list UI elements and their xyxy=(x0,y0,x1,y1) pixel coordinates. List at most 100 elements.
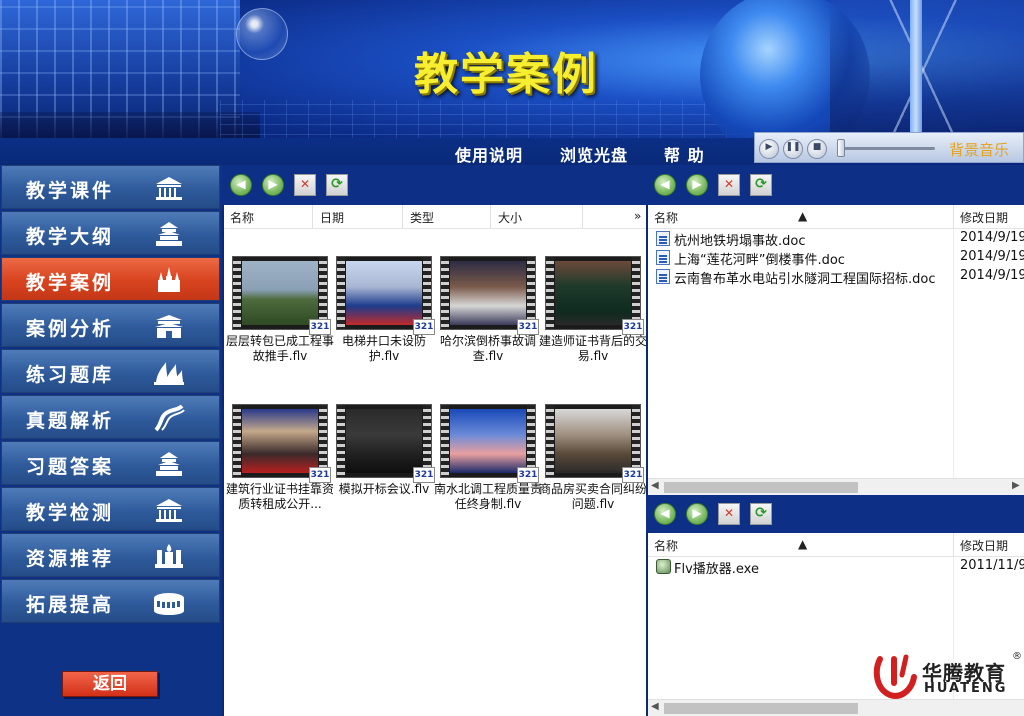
sidebar-item-label: 习题答案 xyxy=(26,456,115,478)
sidebar-item-7[interactable]: 习题答案 xyxy=(1,441,220,485)
col-size[interactable]: 大小 xyxy=(498,209,522,226)
volume-slider-thumb[interactable] xyxy=(837,139,845,157)
left-toolbar: ◀ ▶ ✕ ⟳ xyxy=(222,165,646,205)
back-button[interactable]: 返回 xyxy=(62,671,158,697)
sidebar-item-label: 案例分析 xyxy=(26,318,115,340)
kmplayer-badge-icon: 321 xyxy=(413,319,435,335)
file-name: 云南鲁布革水电站引水隧洞工程国际招标.doc xyxy=(674,272,936,287)
video-filename[interactable]: 建筑行业证书挂靠资质转租成公开... xyxy=(226,482,334,512)
sidebar-item-1[interactable]: 教学课件 xyxy=(1,165,220,209)
arrow-right-icon: ▶ xyxy=(692,177,702,191)
video-thumbnail[interactable]: 321 xyxy=(440,404,539,483)
logo-text-en: HUATENG xyxy=(924,681,1008,696)
file-row[interactable]: 杭州地铁坍塌事故.doc 2014/9/19 xyxy=(656,230,1024,249)
arrow-left-icon: ◀ xyxy=(660,506,670,520)
word-document-icon xyxy=(656,231,670,246)
stop-icon: ■ xyxy=(812,142,822,152)
video-thumbnail[interactable]: 321 xyxy=(545,404,644,483)
sidebar-item-label: 教学课件 xyxy=(26,180,115,202)
back-nav-button[interactable]: ◀ xyxy=(654,503,676,525)
file-row[interactable]: Flv播放器.exe 2011/11/9 xyxy=(656,558,1024,577)
back-nav-button[interactable]: ◀ xyxy=(230,174,252,196)
refresh-button[interactable]: ⟳ xyxy=(750,503,772,525)
sidebar-item-label: 资源推荐 xyxy=(26,548,115,570)
opera-house-icon xyxy=(152,358,186,386)
col-type[interactable]: 类型 xyxy=(410,209,434,226)
sidebar-item-3[interactable]: 教学案例 xyxy=(1,257,220,301)
video-filename[interactable]: 商品房买卖合同纠纷问题.flv xyxy=(539,482,646,512)
file-date: 2014/9/19 xyxy=(960,268,1024,283)
video-filename[interactable]: 电梯井口未设防护.flv xyxy=(330,334,438,364)
bubble-decoration xyxy=(236,8,288,60)
volume-slider-track[interactable] xyxy=(839,147,935,150)
video-filename[interactable]: 哈尔滨倒桥事故调查.flv xyxy=(434,334,542,364)
music-player: ▶ ❚❚ ■ 背景音乐 xyxy=(754,132,1024,163)
col-name[interactable]: 名称 xyxy=(230,209,254,226)
palace-icon xyxy=(152,542,186,570)
col-date[interactable]: 日期 xyxy=(320,209,344,226)
file-date: 2014/9/19 xyxy=(960,249,1024,264)
pause-button[interactable]: ❚❚ xyxy=(783,139,803,159)
video-thumbnail[interactable]: 321 xyxy=(232,256,331,335)
menu-help[interactable]: 帮 助 xyxy=(664,142,705,166)
sidebar-item-label: 教学检测 xyxy=(26,502,115,524)
menu-browse-disc[interactable]: 浏览光盘 xyxy=(560,142,628,166)
sidebar-item-6[interactable]: 真题解析 xyxy=(1,395,220,439)
col-name[interactable]: 名称 xyxy=(654,537,678,554)
sidebar-item-10[interactable]: 拓展提高 xyxy=(1,579,220,623)
columns-building-icon xyxy=(152,496,186,524)
stop-nav-button[interactable]: ✕ xyxy=(718,174,740,196)
sidebar-item-label: 教学大纲 xyxy=(26,226,115,248)
kmplayer-badge-icon: 321 xyxy=(517,319,539,335)
program-pane: ▲ 名称 修改日期 Flv播放器.exe 2011/11/9 华腾教育 ® HUA… xyxy=(648,533,1024,716)
back-nav-button[interactable]: ◀ xyxy=(654,174,676,196)
menu-usage-guide[interactable]: 使用说明 xyxy=(455,142,523,166)
word-document-icon xyxy=(656,250,670,265)
sidebar-item-5[interactable]: 练习题库 xyxy=(1,349,220,393)
right-bottom-toolbar: ◀ ▶ ✕ ⟳ xyxy=(646,495,1024,533)
stop-button[interactable]: ■ xyxy=(807,139,827,159)
video-thumbnail[interactable]: 321 xyxy=(232,404,331,483)
sort-up-icon: ▲ xyxy=(798,209,808,223)
column-header: ▲ 名称 修改日期 xyxy=(648,533,1024,557)
temple-icon xyxy=(152,220,186,248)
col-modified[interactable]: 修改日期 xyxy=(960,537,1008,554)
file-row[interactable]: 上海“莲花河畔”倒楼事件.doc 2014/9/19 xyxy=(656,249,1024,268)
col-name[interactable]: 名称 xyxy=(654,209,678,226)
sidebar-item-8[interactable]: 教学检测 xyxy=(1,487,220,531)
sidebar-item-9[interactable]: 资源推荐 xyxy=(1,533,220,577)
video-filename[interactable]: 南水北调工程质量责任终身制.flv xyxy=(434,482,542,512)
play-button[interactable]: ▶ xyxy=(759,139,779,159)
video-thumbnail[interactable]: 321 xyxy=(440,256,539,335)
video-filename[interactable]: 层层转包已成工程事故推手.flv xyxy=(226,334,334,364)
kmplayer-badge-icon: 321 xyxy=(309,467,331,483)
scroll-left-icon: ◀ xyxy=(651,701,659,712)
sidebar-item-2[interactable]: 教学大纲 xyxy=(1,211,220,255)
stop-nav-button[interactable]: ✕ xyxy=(718,503,740,525)
more-columns[interactable]: » xyxy=(634,209,641,223)
forward-nav-button[interactable]: ▶ xyxy=(262,174,284,196)
file-row[interactable]: 云南鲁布革水电站引水隧洞工程国际招标.doc 2014/9/19 xyxy=(656,268,1024,287)
col-modified[interactable]: 修改日期 xyxy=(960,209,1008,226)
forward-nav-button[interactable]: ▶ xyxy=(686,503,708,525)
file-name: 上海“莲花河畔”倒楼事件.doc xyxy=(674,253,845,268)
horizontal-scrollbar[interactable]: ◀ ▶ xyxy=(648,478,1024,495)
video-filename[interactable]: 模拟开标会议.flv xyxy=(330,482,438,497)
refresh-icon: ⟳ xyxy=(755,176,767,192)
refresh-icon: ⟳ xyxy=(331,176,343,192)
stop-nav-button[interactable]: ✕ xyxy=(294,174,316,196)
refresh-button[interactable]: ⟳ xyxy=(750,174,772,196)
forward-nav-button[interactable]: ▶ xyxy=(686,174,708,196)
close-icon: ✕ xyxy=(299,177,311,191)
arrow-left-icon: ◀ xyxy=(660,177,670,191)
horizontal-scrollbar[interactable]: ◀ xyxy=(648,699,1024,716)
sidebar-item-4[interactable]: 案例分析 xyxy=(1,303,220,347)
video-thumbnail[interactable]: 321 xyxy=(336,256,435,335)
sidebar-item-label: 真题解析 xyxy=(26,410,115,432)
colosseum-icon xyxy=(152,588,186,616)
refresh-button[interactable]: ⟳ xyxy=(326,174,348,196)
close-icon: ✕ xyxy=(723,177,735,191)
video-thumbnail[interactable]: 321 xyxy=(336,404,435,483)
video-filename[interactable]: 建造师证书背后的交易.flv xyxy=(539,334,646,364)
video-thumbnail[interactable]: 321 xyxy=(545,256,644,335)
